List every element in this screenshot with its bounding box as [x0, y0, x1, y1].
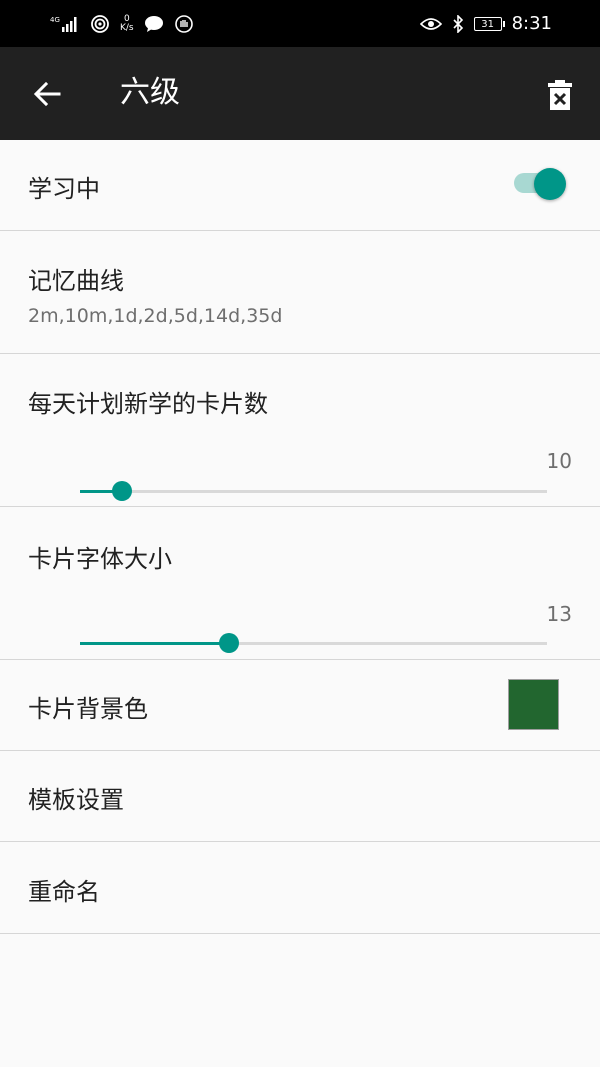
card-font-size-slider[interactable]: [80, 633, 547, 653]
arrow-left-icon: [33, 81, 61, 107]
status-time: 8:31: [511, 13, 552, 34]
network-speed-unit: K/s: [120, 22, 134, 33]
memory-curve-value: 2m,10m,1d,2d,5d,14d,35d: [28, 305, 283, 327]
network-type-label: 4G: [50, 16, 60, 24]
daily-new-cards-slider-thumb[interactable]: [112, 481, 133, 501]
bluetooth-icon: [453, 14, 463, 33]
daily-new-cards-slider[interactable]: [80, 481, 547, 501]
settings-list: 学习中 记忆曲线 2m,10m,1d,2d,5d,14d,35d 每天计划新学的…: [0, 140, 600, 934]
setting-memory-curve[interactable]: 记忆曲线 2m,10m,1d,2d,5d,14d,35d: [0, 231, 600, 354]
card-font-size-label: 卡片字体大小: [28, 545, 172, 573]
setting-daily-new-cards: 每天计划新学的卡片数 10: [0, 354, 600, 507]
hand-icon: [174, 14, 193, 33]
status-right: 31 8:31: [419, 13, 552, 34]
delete-icon: [548, 80, 572, 110]
setting-template-settings[interactable]: 模板设置: [0, 751, 600, 842]
signal-icon: 4G: [50, 16, 77, 32]
wifi-icon: [91, 14, 109, 33]
status-left: 4G 0 K/s: [50, 14, 194, 33]
battery-icon: 31: [473, 16, 505, 31]
back-button[interactable]: [30, 77, 64, 111]
eye-icon: [419, 17, 442, 30]
delete-button[interactable]: [544, 77, 576, 113]
setting-card-bg-color[interactable]: 卡片背景色: [0, 660, 600, 751]
setting-card-font-size: 卡片字体大小 13: [0, 507, 600, 660]
learning-toggle[interactable]: [534, 168, 566, 200]
setting-rename[interactable]: 重命名: [0, 842, 600, 934]
setting-learning[interactable]: 学习中: [0, 140, 600, 231]
daily-new-cards-label: 每天计划新学的卡片数: [28, 390, 268, 418]
card-font-size-value: 13: [546, 602, 572, 626]
memory-curve-label: 记忆曲线: [28, 267, 124, 295]
message-icon: [144, 15, 163, 32]
rename-label: 重命名: [28, 878, 100, 906]
status-bar: 4G 0 K/s 31 8:31: [0, 0, 600, 47]
card-bg-color-swatch[interactable]: [508, 679, 559, 730]
card-font-size-slider-fill: [80, 642, 230, 645]
setting-learning-label: 学习中: [28, 175, 100, 203]
card-font-size-slider-thumb[interactable]: [219, 633, 240, 653]
network-speed: 0 K/s: [120, 14, 134, 33]
card-bg-color-label: 卡片背景色: [28, 695, 148, 723]
page-title: 六级: [120, 75, 180, 110]
daily-new-cards-value: 10: [546, 449, 572, 473]
template-settings-label: 模板设置: [28, 786, 124, 814]
app-bar: 六级: [0, 47, 600, 140]
